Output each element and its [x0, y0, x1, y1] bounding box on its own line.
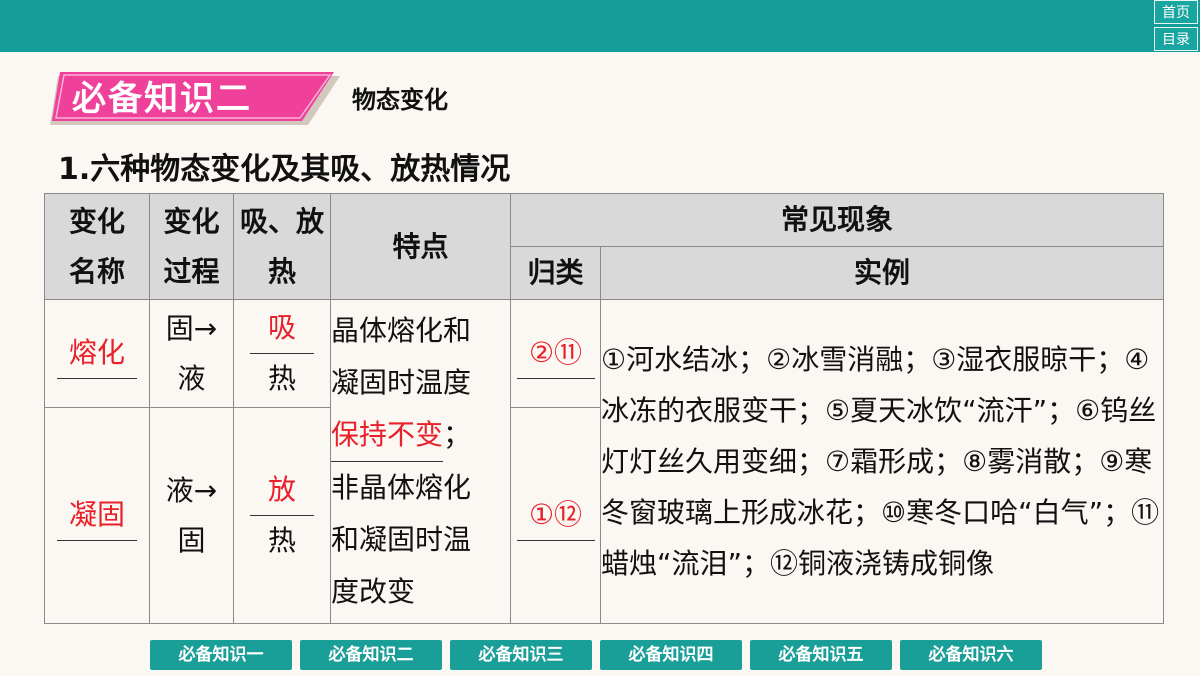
- header-examples: 实例: [599, 246, 1165, 300]
- examples-cell: ①河水结冰；②冰雪消融；③湿衣服晾干；④冰冻的衣服变干；⑤夏天冰饮“流汗”；⑥钨…: [599, 299, 1165, 624]
- header-category: 归类: [510, 246, 601, 300]
- top-bar: [0, 0, 1200, 52]
- nav-knowledge-5[interactable]: 必备知识五: [750, 640, 892, 670]
- header-heat: 吸、放热: [233, 193, 331, 300]
- nav-knowledge-2[interactable]: 必备知识二: [300, 640, 442, 670]
- row2-category: ①⑫: [510, 407, 601, 624]
- row2-process: 液→ 固: [149, 407, 234, 624]
- row1-name: 熔化: [44, 299, 150, 408]
- row1-category: ②⑪: [510, 299, 601, 408]
- row2-heat: 放 热: [233, 407, 331, 624]
- header-process: 变化 过程: [149, 193, 234, 300]
- nav-knowledge-1[interactable]: 必备知识一: [150, 640, 292, 670]
- banner-subtitle: 物态变化: [352, 86, 448, 114]
- header-phenomena: 常见现象: [509, 193, 1165, 247]
- row2-name: 凝固: [44, 407, 150, 624]
- toc-button[interactable]: 目录: [1154, 27, 1198, 51]
- nav-knowledge-6[interactable]: 必备知识六: [900, 640, 1042, 670]
- home-button[interactable]: 首页: [1154, 0, 1198, 24]
- phase-change-table: 变化 名称 变化 过程 吸、放热 特点 常见现象 归类 实例 熔化 固→ 液 吸 热 …: [44, 193, 1165, 624]
- row1-process: 固→ 液: [149, 299, 234, 408]
- header-feature: 特点: [330, 193, 511, 300]
- nav-knowledge-4[interactable]: 必备知识四: [600, 640, 742, 670]
- section-banner: 必备知识二: [50, 72, 340, 125]
- header-name: 变化 名称: [44, 193, 150, 300]
- nav-knowledge-3[interactable]: 必备知识三: [450, 640, 592, 670]
- row1-heat: 吸 热: [233, 299, 331, 408]
- section-heading: 1.六种物态变化及其吸、放热情况: [58, 152, 511, 187]
- banner-title: 必备知识二: [72, 79, 252, 119]
- feature-cell: 晶体熔化和 凝固时温度 保持不变； 非晶体熔化 和凝固时温 度改变: [330, 299, 511, 624]
